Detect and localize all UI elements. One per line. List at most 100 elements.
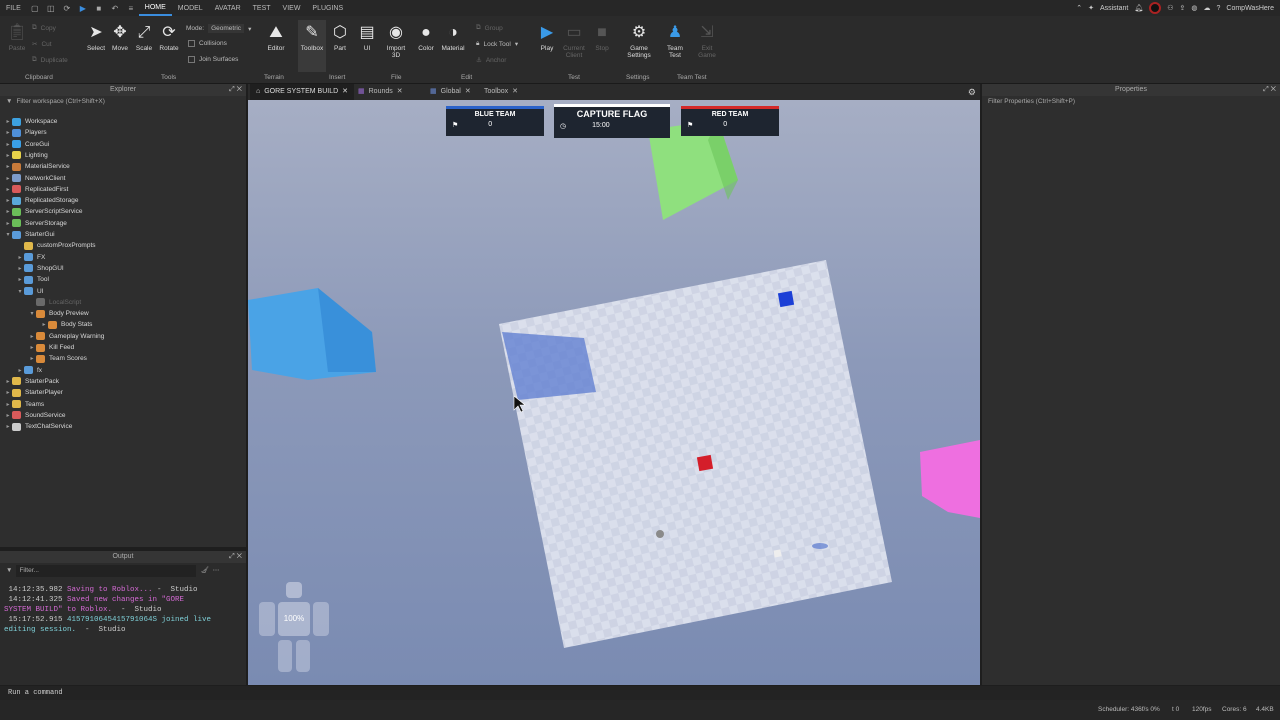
tab-view[interactable]: VIEW <box>277 5 307 12</box>
duplicate-button[interactable]: ⧉ Duplicate <box>32 56 68 64</box>
more-icon[interactable]: ⋯ <box>213 565 220 577</box>
new-file-icon[interactable]: ▢ <box>30 3 40 13</box>
tab-avatar[interactable]: AVATAR <box>209 5 247 12</box>
tree-item[interactable]: ▸ SoundService <box>4 410 65 421</box>
properties-filter[interactable]: Filter Properties (Ctrl+Shift+P) <box>982 96 1280 108</box>
anchor-button[interactable]: ⚓︎ Anchor <box>476 56 506 65</box>
tree-item[interactable]: ▸ Kill Feed <box>28 342 74 353</box>
tree-item[interactable]: ▾ StarterGui <box>4 229 55 240</box>
gear-icon[interactable]: ⚙ <box>968 87 976 98</box>
explorer-filter-input[interactable]: Filter workspace (Ctrl+Shift+X) <box>16 96 105 108</box>
collisions-toggle[interactable]: Collisions <box>188 40 227 47</box>
chevron-right-icon[interactable]: ▸ <box>40 321 48 328</box>
tree-item[interactable]: ▸ Team Scores <box>28 353 87 364</box>
tree-item[interactable]: ▸ Players <box>4 127 47 138</box>
chevron-right-icon[interactable]: ▸ <box>4 389 12 396</box>
tree-item[interactable]: ▸ Workspace <box>4 116 57 127</box>
tab-home[interactable]: HOME <box>138 0 172 16</box>
tab-toolbox[interactable]: Toolbox ✕ <box>478 84 524 100</box>
command-bar[interactable]: Run a command <box>0 686 1280 700</box>
tab-rounds[interactable]: ▦ Rounds ✕ <box>352 84 409 100</box>
chevron-right-icon[interactable]: ▸ <box>4 175 12 182</box>
chevron-right-icon[interactable]: ▸ <box>28 355 36 362</box>
close-icon[interactable]: ✕ <box>342 84 348 100</box>
tree-item[interactable]: LocalScript <box>28 297 81 308</box>
assistant-icon[interactable]: ✦ <box>1088 4 1094 12</box>
tree-item[interactable]: ▸ TextChatService <box>4 421 72 432</box>
chevron-right-icon[interactable]: ▸ <box>16 276 24 283</box>
import-3d-button[interactable]: ◉ Import 3D <box>383 24 409 59</box>
tab-model[interactable]: MODEL <box>172 5 209 12</box>
move-button[interactable]: ✥ Move <box>108 24 132 52</box>
join-surfaces-checkbox[interactable] <box>188 56 195 63</box>
chevron-right-icon[interactable]: ▸ <box>4 378 12 385</box>
stop-button[interactable]: ■ Stop <box>590 24 614 52</box>
panel-controls[interactable]: ⤢ ✕ <box>229 84 242 96</box>
chevron-down-icon[interactable]: ▾ <box>28 310 36 317</box>
explorer-filter[interactable]: ▼ Filter workspace (Ctrl+Shift+X) <box>0 96 246 108</box>
join-surfaces-toggle[interactable]: Join Surfaces <box>188 56 238 63</box>
chevron-right-icon[interactable]: ▸ <box>28 344 36 351</box>
panel-controls[interactable]: ⤢ ✕ <box>1263 84 1276 96</box>
mode-selector[interactable]: Mode: Geometric ▾ <box>186 24 251 33</box>
chevron-right-icon[interactable]: ▸ <box>16 254 24 261</box>
terrain-editor-button[interactable]: ⛰ Editor <box>262 24 290 52</box>
tree-item[interactable]: ▸ ReplicatedStorage <box>4 195 78 206</box>
chevron-right-icon[interactable]: ▸ <box>4 208 12 215</box>
tree-item[interactable]: ▸ Body Stats <box>40 319 92 330</box>
tab-plugins[interactable]: PLUGINS <box>306 5 349 12</box>
tree-item[interactable]: customProxPrompts <box>16 240 96 251</box>
chevron-right-icon[interactable]: ▸ <box>16 367 24 374</box>
tree-item[interactable]: ▸ CoreGui <box>4 139 49 150</box>
tree-item[interactable]: ▸ ServerScriptService <box>4 206 82 217</box>
username-label[interactable]: CompWasHere <box>1226 5 1274 12</box>
menu-file[interactable]: FILE <box>0 5 27 12</box>
color-button[interactable]: ● Color <box>414 24 438 52</box>
chevron-right-icon[interactable]: ▸ <box>28 333 36 340</box>
copy-button[interactable]: ⧉ Copy <box>32 24 56 32</box>
help-icon[interactable]: ? <box>1217 5 1221 12</box>
chevron-down-icon[interactable]: ▾ <box>4 231 12 238</box>
ui-button[interactable]: ▤ UI <box>355 24 379 52</box>
chevron-right-icon[interactable]: ▸ <box>4 118 12 125</box>
refresh-icon[interactable]: ⟳ <box>62 3 72 13</box>
mode-value[interactable]: Geometric <box>208 24 245 33</box>
toolbox-button[interactable]: ✎ Toolbox <box>298 20 326 72</box>
chevron-right-icon[interactable]: ▸ <box>4 220 12 227</box>
tree-item[interactable]: ▸ FX <box>16 252 45 263</box>
chevron-right-icon[interactable]: ▸ <box>4 186 12 193</box>
chevron-right-icon[interactable]: ▸ <box>4 197 12 204</box>
lock-tool-button[interactable]: 🔒︎ Lock Tool ▾ <box>476 40 518 48</box>
cut-button[interactable]: ✂ Cut <box>32 40 52 49</box>
tree-item[interactable]: ▸ Tool <box>16 274 49 285</box>
chevron-right-icon[interactable]: ▸ <box>4 129 12 136</box>
tree-item[interactable]: ▸ MaterialService <box>4 161 70 172</box>
properties-filter-input[interactable]: Filter Properties (Ctrl+Shift+P) <box>988 96 1075 108</box>
command-input[interactable]: Run a command <box>8 689 63 697</box>
undo-icon[interactable]: ↶ <box>110 3 120 13</box>
output-filter-input[interactable]: Filter... <box>16 565 197 577</box>
chevron-right-icon[interactable]: ▸ <box>4 152 12 159</box>
tab-test[interactable]: TEST <box>247 5 277 12</box>
tree-item[interactable]: ▸ ReplicatedFirst <box>4 184 68 195</box>
open-icon[interactable]: ◫ <box>46 3 56 13</box>
globe-icon[interactable]: ◍ <box>1191 4 1197 12</box>
current-client-button[interactable]: ▭ Current Client <box>561 24 587 59</box>
tree-item[interactable]: ▸ NetworkClient <box>4 173 65 184</box>
tree-item[interactable]: ▸ fx <box>16 365 42 376</box>
avatar[interactable] <box>1149 2 1162 14</box>
tab-gore-system-build[interactable]: ⌂ GORE SYSTEM BUILD ✕ <box>250 84 355 100</box>
paste-button[interactable]: 📋︎ Paste <box>6 24 28 52</box>
game-settings-button[interactable]: ⚙ Game Settings <box>624 24 654 59</box>
rotate-button[interactable]: ⟳ Rotate <box>156 24 182 52</box>
bell-icon[interactable]: 🔔︎ <box>1134 4 1143 12</box>
tree-item[interactable]: ▸ ShopGUI <box>16 263 64 274</box>
cloud-icon[interactable]: ☁ <box>1204 4 1211 12</box>
play-icon[interactable]: ▶ <box>78 3 88 13</box>
close-icon[interactable]: ✕ <box>512 84 518 100</box>
collisions-checkbox[interactable] <box>188 40 195 47</box>
chevron-right-icon[interactable]: ▸ <box>4 412 12 419</box>
group-button[interactable]: ⧉ Group <box>476 24 503 32</box>
tree-item[interactable]: ▸ Lighting <box>4 150 48 161</box>
chevron-right-icon[interactable]: ▸ <box>4 163 12 170</box>
